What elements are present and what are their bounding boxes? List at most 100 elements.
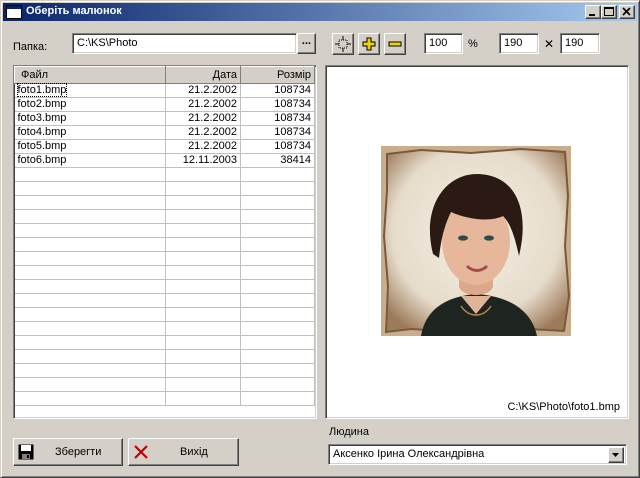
empty-table-row[interactable] [14, 307, 315, 322]
empty-table-row[interactable] [14, 251, 315, 266]
table-row[interactable]: foto2.bmp 21.2.2002 108734 [14, 97, 315, 112]
file-date-cell: 12.11.2003 [165, 153, 241, 168]
exit-cross-icon [134, 445, 148, 459]
empty-cell [14, 237, 166, 252]
file-size-cell: 108734 [240, 125, 315, 140]
empty-cell [14, 321, 166, 336]
empty-cell [240, 209, 315, 224]
empty-table-row[interactable] [14, 391, 315, 406]
empty-cell [240, 377, 315, 392]
file-size-cell: 38414 [240, 153, 315, 168]
zoom-out-button[interactable] [384, 33, 406, 55]
empty-table-row[interactable] [14, 321, 315, 336]
table-row[interactable]: foto1.bmp 21.2.2002 108734 [14, 83, 315, 98]
file-name-cell: foto5.bmp [14, 139, 166, 154]
column-header-date[interactable]: Дата [165, 66, 241, 84]
empty-table-row[interactable] [14, 335, 315, 350]
column-header-file[interactable]: Файл [14, 66, 166, 84]
empty-table-row[interactable] [14, 223, 315, 238]
file-date-cell: 21.2.2002 [165, 97, 241, 112]
person-select-value: Аксенко Ірина Олександрівна [333, 448, 485, 460]
file-name-cell: foto3.bmp [14, 111, 166, 126]
empty-table-row[interactable] [14, 195, 315, 210]
floppy-disk-icon [18, 444, 34, 460]
image-preview-panel: C:\KS\Photo\foto1.bmp [325, 65, 629, 419]
empty-cell [14, 195, 166, 210]
empty-cell [240, 265, 315, 280]
empty-cell [14, 335, 166, 350]
minimize-button[interactable] [585, 5, 601, 19]
browse-button-label: ... [301, 35, 312, 47]
dialog-window: Оберіть малюнок Папка: C:\KS\Photo ... 1… [0, 0, 640, 478]
table-row[interactable]: foto4.bmp 21.2.2002 108734 [14, 125, 315, 140]
table-row[interactable]: foto5.bmp 21.2.2002 108734 [14, 139, 315, 154]
empty-cell [165, 391, 241, 406]
file-date-cell: 21.2.2002 [165, 83, 241, 98]
empty-cell [14, 349, 166, 364]
folder-path-field[interactable]: C:\KS\Photo [72, 33, 297, 54]
empty-table-row[interactable] [14, 237, 315, 252]
table-header-row: Файл Дата Розмір [14, 66, 315, 84]
browse-folder-button[interactable]: ... [297, 33, 316, 54]
empty-cell [165, 307, 241, 322]
exit-button-label: Вихід [180, 446, 208, 458]
image-width-field[interactable]: 190 [499, 33, 539, 54]
exit-button[interactable]: Вихід [128, 438, 239, 466]
chevron-down-icon [612, 453, 619, 457]
save-button-label: Зберегти [55, 446, 102, 458]
file-size-cell: 108734 [240, 111, 315, 126]
preview-file-path: C:\KS\Photo\foto1.bmp [507, 401, 620, 413]
image-width-value: 190 [504, 37, 523, 49]
percent-sign: % [468, 38, 478, 50]
file-name-cell: foto2.bmp [14, 97, 166, 112]
empty-cell [240, 251, 315, 266]
image-height-field[interactable]: 190 [560, 33, 600, 54]
close-button[interactable] [619, 5, 635, 19]
empty-table-row[interactable] [14, 279, 315, 294]
empty-table-row[interactable] [14, 181, 315, 196]
empty-table-row[interactable] [14, 167, 315, 182]
empty-cell [165, 223, 241, 238]
fit-image-button[interactable] [332, 33, 354, 55]
empty-cell [165, 349, 241, 364]
column-header-size[interactable]: Розмір [240, 66, 315, 84]
zoom-in-button[interactable] [358, 33, 380, 55]
file-date-cell: 21.2.2002 [165, 111, 241, 126]
empty-cell [240, 237, 315, 252]
empty-cell [165, 363, 241, 378]
save-button[interactable]: Зберегти [13, 438, 123, 466]
empty-table-row[interactable] [14, 377, 315, 392]
files-table[interactable]: Файл Дата Розмір foto1.bmp 21.2.2002 108… [13, 65, 317, 419]
empty-table-row[interactable] [14, 265, 315, 280]
empty-cell [14, 293, 166, 308]
file-size-cell: 108734 [240, 97, 315, 112]
maximize-button[interactable] [601, 5, 617, 19]
person-select[interactable]: Аксенко Ірина Олександрівна [328, 444, 627, 465]
empty-cell [240, 321, 315, 336]
empty-cell [14, 279, 166, 294]
empty-cell [165, 335, 241, 350]
table-row[interactable]: foto3.bmp 21.2.2002 108734 [14, 111, 315, 126]
minimize-icon [589, 14, 595, 16]
title-bar[interactable]: Оберіть малюнок [3, 3, 637, 21]
table-row[interactable]: foto6.bmp 12.11.2003 38414 [14, 153, 315, 168]
empty-cell [14, 181, 166, 196]
empty-cell [14, 363, 166, 378]
dropdown-arrow-button[interactable] [608, 447, 624, 463]
empty-table-row[interactable] [14, 209, 315, 224]
empty-table-row[interactable] [14, 363, 315, 378]
file-size-cell: 108734 [240, 139, 315, 154]
empty-table-row[interactable] [14, 293, 315, 308]
empty-cell [14, 391, 166, 406]
file-date-cell: 21.2.2002 [165, 125, 241, 140]
zoom-percent-field[interactable]: 100 [424, 33, 463, 54]
zoom-in-icon [362, 37, 376, 51]
image-height-value: 190 [565, 37, 584, 49]
empty-cell [165, 377, 241, 392]
empty-cell [240, 195, 315, 210]
empty-cell [14, 251, 166, 266]
empty-table-row[interactable] [14, 349, 315, 364]
empty-cell [14, 223, 166, 238]
empty-cell [165, 321, 241, 336]
file-name-cell: foto4.bmp [14, 125, 166, 140]
